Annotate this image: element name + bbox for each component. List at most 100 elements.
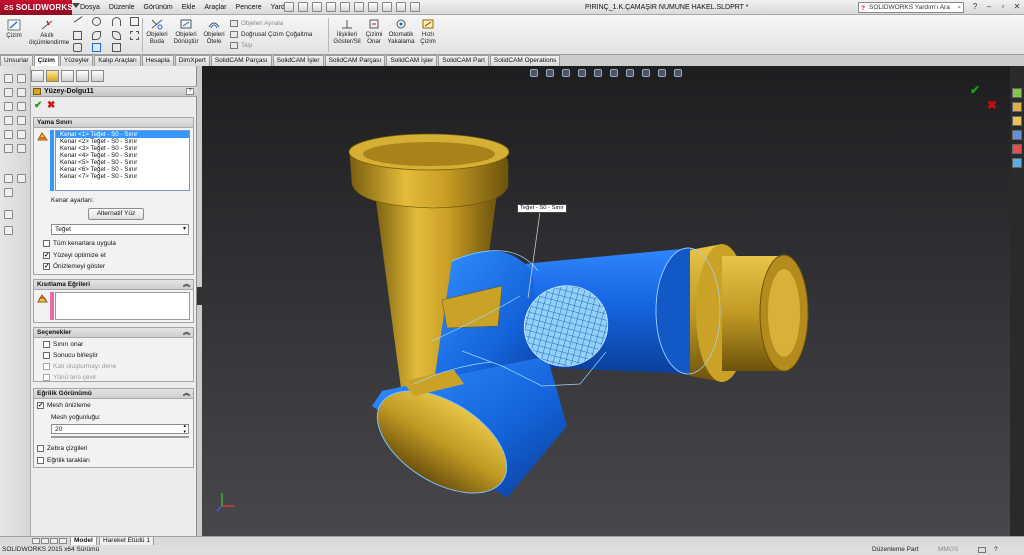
- checkbox-box[interactable]: [37, 445, 44, 452]
- open-folder-icon[interactable]: [312, 2, 322, 12]
- constraint-curves-header[interactable]: Kısıtlama Eğrileri ︽: [34, 280, 193, 290]
- list-item[interactable]: Kenar <1> Teğet - S0 - Sınır: [56, 131, 189, 138]
- fix-up-boundary-checkbox[interactable]: Sınırı onar: [43, 341, 83, 348]
- first-tab-icon[interactable]: [32, 538, 40, 544]
- menu-tools[interactable]: Araçlar: [204, 4, 226, 11]
- smart-dimension-button[interactable]: Akıllı ölçümlendirme: [29, 19, 69, 46]
- point-tool-icon[interactable]: [130, 31, 139, 40]
- convert-entities-button[interactable]: Objeleri Dönüştür: [171, 18, 201, 45]
- tab-features[interactable]: Unsurlar: [0, 55, 33, 66]
- repair-sketch-button[interactable]: Çizimi Onar: [364, 18, 384, 45]
- alternate-face-button[interactable]: Alternatif Yüz: [88, 208, 144, 220]
- list-item[interactable]: Kenar <2> Teğet - S0 - Sınır: [56, 138, 189, 145]
- section-view-icon[interactable]: [578, 69, 586, 77]
- linear-pattern-button[interactable]: Doğrusal Çizim Çoğaltma: [230, 31, 312, 38]
- property-manager-tab-icon[interactable]: [46, 70, 59, 82]
- help-menu-icon[interactable]: ?: [968, 1, 982, 13]
- tab-solidcam-operations-2[interactable]: SolidCAM İşler: [386, 55, 438, 66]
- appearances-icon[interactable]: [1012, 144, 1022, 154]
- file-explorer-icon[interactable]: [1012, 116, 1022, 126]
- tab-solidcam-part-en[interactable]: SolidCAM Part: [438, 55, 489, 66]
- close-icon[interactable]: ✕: [1010, 1, 1024, 13]
- pin-icon[interactable]: [284, 2, 294, 12]
- view-orientation-icon[interactable]: [594, 69, 602, 77]
- select-arrow-icon[interactable]: [368, 2, 378, 12]
- tab-mold-tools[interactable]: Kalıp Araçları: [94, 55, 141, 66]
- minimize-icon[interactable]: –: [982, 1, 996, 13]
- rebuild-icon[interactable]: [382, 2, 392, 12]
- file-properties-icon[interactable]: [396, 2, 406, 12]
- options-gear-icon[interactable]: [410, 2, 420, 12]
- tab-dimxpert[interactable]: DimXpert: [174, 55, 210, 66]
- previous-view-icon[interactable]: [562, 69, 570, 77]
- ok-checkmark-icon[interactable]: ✔: [34, 100, 42, 111]
- checkbox-box[interactable]: [43, 341, 50, 348]
- boundary-edge-list[interactable]: Kenar <1> Teğet - S0 - Sınır Kenar <2> T…: [55, 130, 190, 191]
- circle-tool-icon[interactable]: [92, 17, 101, 26]
- text-tool-icon[interactable]: [112, 43, 121, 52]
- grid-tool-icon[interactable]: [17, 74, 26, 83]
- view-settings-icon[interactable]: [674, 69, 682, 77]
- display-relations-button[interactable]: İlişkileri Göster/Sil: [332, 18, 362, 45]
- edge-callout[interactable]: Teğet - S0 - Sınır: [517, 204, 567, 213]
- checkbox-box[interactable]: [37, 457, 44, 464]
- solidworks-resources-icon[interactable]: [1012, 88, 1022, 98]
- offset-entities-button[interactable]: Objeleri Ötele: [203, 18, 225, 45]
- zoom-to-fit-icon[interactable]: [530, 69, 538, 77]
- rectangle-icon[interactable]: [17, 88, 26, 97]
- list-item[interactable]: Kenar <5> Teğet - S0 - Sınır: [56, 159, 189, 166]
- select-tool-icon[interactable]: [4, 74, 13, 83]
- line-tool-icon[interactable]: [73, 16, 83, 23]
- checkbox-checked[interactable]: ✓: [37, 402, 44, 409]
- logo-menu-arrow-icon[interactable]: [72, 3, 80, 8]
- trim-entities-button[interactable]: Objeleri Buda: [145, 18, 169, 45]
- optimize-surface-checkbox[interactable]: ✓ Yüzeyi optimize et: [43, 252, 106, 259]
- fillet-icon[interactable]: [4, 130, 13, 139]
- design-library-icon[interactable]: [1012, 102, 1022, 112]
- line-icon[interactable]: [4, 88, 13, 97]
- chamfer-icon[interactable]: [17, 130, 26, 139]
- search-icon[interactable]: ⌕: [957, 3, 961, 12]
- arc-tool-icon[interactable]: [112, 17, 121, 26]
- help-icon[interactable]: ?: [186, 88, 194, 95]
- apply-scene-icon[interactable]: [658, 69, 666, 77]
- next-tab-icon[interactable]: [50, 538, 58, 544]
- custom-properties-icon[interactable]: [1012, 158, 1022, 168]
- mesh-density-input[interactable]: 20 ▴ ▾: [51, 423, 189, 435]
- zebra-stripes-checkbox[interactable]: Zebra çizgileri: [37, 445, 87, 452]
- sketch-3d-icon[interactable]: [4, 174, 13, 183]
- tab-solidcam-operations-en[interactable]: SolidCAM Operations: [489, 55, 561, 66]
- new-document-icon[interactable]: [298, 2, 308, 12]
- tab-solidcam-part-2[interactable]: SolidCAM Parçası: [324, 55, 386, 66]
- configuration-manager-tab-icon[interactable]: [61, 70, 74, 82]
- confirm-checkmark-icon[interactable]: ✔: [970, 83, 980, 97]
- point-icon[interactable]: [17, 116, 26, 125]
- options-header[interactable]: Seçenekler ︽: [34, 328, 193, 338]
- circle-icon[interactable]: [4, 102, 13, 111]
- collapse-icon[interactable]: ︽: [183, 389, 190, 398]
- curvature-display-header[interactable]: Eğrilik Görünümü ︽: [34, 389, 193, 399]
- menu-edit[interactable]: Düzenle: [109, 4, 135, 11]
- list-item[interactable]: Kenar <6> Teğet - S0 - Sınır: [56, 166, 189, 173]
- menu-view[interactable]: Görünüm: [144, 4, 173, 11]
- display-style-icon[interactable]: [610, 69, 618, 77]
- collapse-icon[interactable]: ︽: [183, 280, 190, 289]
- mirror-entities-button[interactable]: Objeleri Aynala: [230, 20, 283, 27]
- offset-tool-icon[interactable]: [4, 144, 13, 153]
- pattern-tool-icon[interactable]: [4, 226, 13, 235]
- polygon-tool-icon[interactable]: [130, 17, 139, 26]
- patch-boundary-header[interactable]: Yama Sınırı: [34, 118, 193, 128]
- list-item[interactable]: Kenar <4> Teğet - S0 - Sınır: [56, 152, 189, 159]
- mirror-tool-icon[interactable]: [4, 210, 13, 219]
- collapse-icon[interactable]: ︽: [183, 328, 190, 337]
- show-preview-checkbox[interactable]: ✓ Önizlemeyi göster: [43, 263, 105, 270]
- feature-manager-tab-icon[interactable]: [31, 70, 44, 82]
- checkbox-box[interactable]: [43, 240, 50, 247]
- mesh-preview-checkbox[interactable]: ✓ Mesh önizleme: [37, 402, 91, 409]
- quick-snaps-button[interactable]: Otomatik Yakalama: [386, 18, 416, 45]
- rectangle-tool-icon[interactable]: [73, 31, 82, 40]
- spline-icon[interactable]: [4, 116, 13, 125]
- plane-tool-icon[interactable]: [92, 43, 101, 52]
- maximize-icon[interactable]: ▫: [996, 1, 1010, 13]
- rapid-sketch-button[interactable]: Hızlı Çizim: [418, 18, 438, 45]
